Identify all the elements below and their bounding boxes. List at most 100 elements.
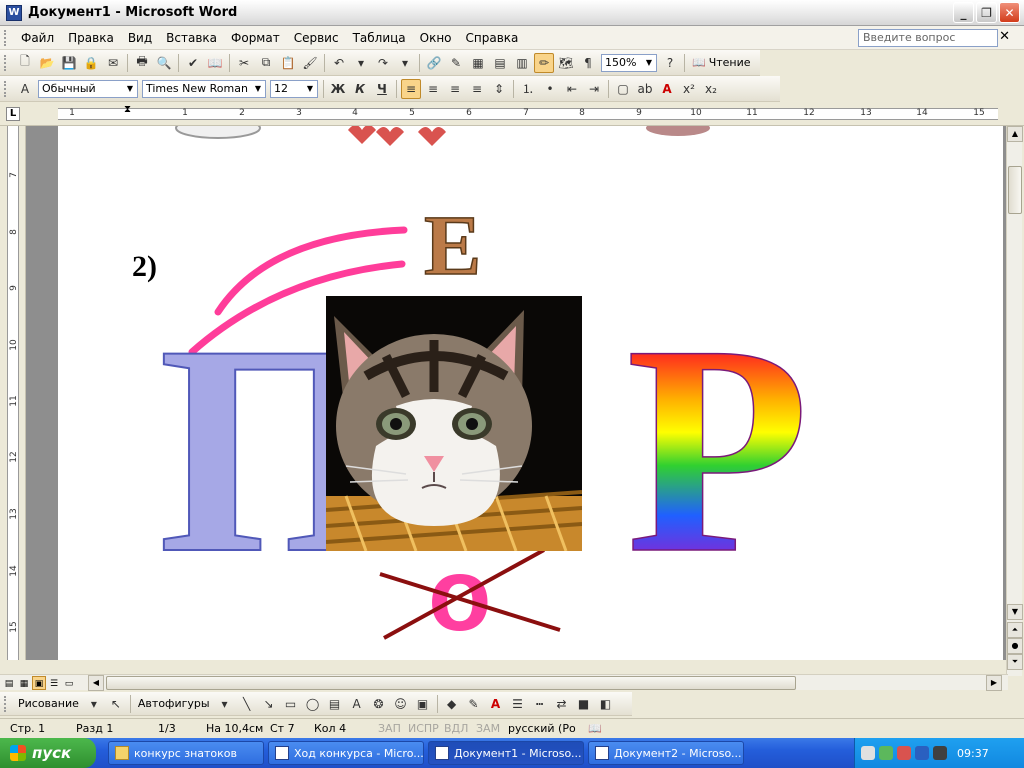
- scroll-right-icon[interactable]: ▶: [986, 675, 1002, 691]
- close-button[interactable]: ✕: [999, 2, 1020, 23]
- insert-excel-icon[interactable]: ▤: [490, 53, 510, 73]
- menu-help[interactable]: Справка: [459, 31, 526, 45]
- browse-object-icon[interactable]: ●: [1007, 638, 1023, 654]
- menu-table[interactable]: Таблица: [346, 31, 413, 45]
- toolbar-grip[interactable]: [4, 29, 8, 46]
- redo-dropdown-icon[interactable]: ▾: [395, 53, 415, 73]
- chevron-down-icon[interactable]: ▼: [643, 56, 655, 70]
- back-arrow-icon[interactable]: [861, 746, 875, 760]
- bold-button[interactable]: Ж: [328, 79, 348, 99]
- hyperlink-icon[interactable]: 🔗: [424, 53, 444, 73]
- network-icon[interactable]: [879, 746, 893, 760]
- superscript-button[interactable]: x²: [679, 79, 699, 99]
- scroll-left-icon[interactable]: ◀: [88, 675, 104, 691]
- italic-button[interactable]: К: [350, 79, 370, 99]
- scroll-down-icon[interactable]: ▼: [1007, 604, 1023, 620]
- diagram-icon[interactable]: ❂: [369, 694, 389, 714]
- status-ext[interactable]: ВДЛ: [444, 722, 468, 735]
- select-objects-icon[interactable]: ↖: [106, 694, 126, 714]
- subscript-button[interactable]: x₂: [701, 79, 721, 99]
- document-page[interactable]: Е П Р о 2): [58, 126, 1003, 660]
- minimize-button[interactable]: _: [953, 2, 974, 23]
- help-icon[interactable]: ?: [660, 53, 680, 73]
- status-trk[interactable]: ИСПР: [408, 722, 439, 735]
- line-tool-icon[interactable]: ╲: [237, 694, 257, 714]
- arrow-style-icon[interactable]: ⇄: [552, 694, 572, 714]
- line-color-icon[interactable]: ✎: [464, 694, 484, 714]
- arrow-tool-icon[interactable]: ↘: [259, 694, 279, 714]
- chevron-down-icon[interactable]: ▾: [215, 694, 235, 714]
- spelling-status-icon[interactable]: 📖: [588, 722, 602, 735]
- open-folder-icon[interactable]: 📂: [37, 53, 57, 73]
- borders-icon[interactable]: ▢: [613, 79, 633, 99]
- rectangle-tool-icon[interactable]: ▭: [281, 694, 301, 714]
- print-preview-icon[interactable]: 🔍: [154, 53, 174, 73]
- font-color-icon[interactable]: A: [657, 79, 677, 99]
- underline-button[interactable]: Ч: [372, 79, 392, 99]
- toolbar-grip[interactable]: [4, 80, 8, 97]
- styles-icon[interactable]: A: [15, 79, 35, 99]
- toolbar-grip[interactable]: [4, 54, 8, 71]
- highlight-icon[interactable]: ab: [635, 79, 655, 99]
- vertical-scrollbar[interactable]: ▲ ▼ ⏶ ● ⏷: [1006, 126, 1023, 676]
- font-color-icon[interactable]: A: [486, 694, 506, 714]
- chevron-down-icon[interactable]: ▾: [84, 694, 104, 714]
- increase-indent-icon[interactable]: ⇥: [584, 79, 604, 99]
- print-icon[interactable]: 🖶: [132, 53, 152, 73]
- security-shield-icon[interactable]: [897, 746, 911, 760]
- normal-view-icon[interactable]: ▤: [2, 676, 16, 690]
- status-rec[interactable]: ЗАП: [378, 722, 401, 735]
- 3d-icon[interactable]: ◧: [596, 694, 616, 714]
- reading-view-icon[interactable]: ▭: [62, 676, 76, 690]
- taskbar-item-active[interactable]: Документ1 - Microso...: [428, 741, 584, 765]
- read-button[interactable]: 📖 Чтение: [688, 56, 755, 69]
- horizontal-scroll-thumb[interactable]: [106, 676, 796, 690]
- columns-icon[interactable]: ▥: [512, 53, 532, 73]
- drawing-icon[interactable]: ✏: [534, 52, 554, 73]
- menu-file[interactable]: Файл: [14, 31, 61, 45]
- spelling-icon[interactable]: ✔: [183, 53, 203, 73]
- dash-style-icon[interactable]: ┅: [530, 694, 550, 714]
- zoom-select[interactable]: 150% ▼: [601, 53, 657, 72]
- bullets-icon[interactable]: •: [540, 79, 560, 99]
- kitten-image[interactable]: [326, 296, 582, 551]
- close-document-icon[interactable]: ✕: [999, 29, 1010, 44]
- line-spacing-icon[interactable]: ⇕: [489, 79, 509, 99]
- picture-icon[interactable]: ▣: [413, 694, 433, 714]
- style-select[interactable]: Обычный ▼: [38, 79, 138, 98]
- oval-tool-icon[interactable]: ◯: [303, 694, 323, 714]
- menu-view[interactable]: Вид: [121, 31, 159, 45]
- menu-insert[interactable]: Вставка: [159, 31, 224, 45]
- taskbar-item[interactable]: конкурс знатоков: [108, 741, 264, 765]
- align-left-icon[interactable]: ≡: [401, 78, 421, 99]
- restore-button[interactable]: ❐: [976, 2, 997, 23]
- font-select[interactable]: Times New Roman ▼: [142, 79, 266, 98]
- clipart-icon[interactable]: ☺: [391, 694, 411, 714]
- format-painter-icon[interactable]: 🖌: [300, 53, 320, 73]
- start-button[interactable]: пуск: [0, 738, 96, 768]
- redo-icon[interactable]: ↷: [373, 53, 393, 73]
- toolbar-grip[interactable]: [4, 695, 8, 712]
- font-size-select[interactable]: 12 ▼: [270, 79, 318, 98]
- shadow-icon[interactable]: ■: [574, 694, 594, 714]
- menu-tools[interactable]: Сервис: [287, 31, 346, 45]
- menu-window[interactable]: Окно: [413, 31, 459, 45]
- copy-icon[interactable]: ⧉: [256, 53, 276, 73]
- chevron-down-icon[interactable]: ▼: [304, 82, 316, 96]
- ruler-strip[interactable]: 1 1 2 3 4 5 6 7 8 9 10 11 12 13 14 15 ⧗: [58, 104, 998, 120]
- insert-table-icon[interactable]: ▦: [468, 53, 488, 73]
- chevron-down-icon[interactable]: ▼: [124, 82, 136, 96]
- clock[interactable]: 09:37: [957, 747, 989, 760]
- menu-format[interactable]: Формат: [224, 31, 287, 45]
- status-ovr[interactable]: ЗАМ: [476, 722, 500, 735]
- chevron-down-icon[interactable]: ▼: [252, 82, 264, 96]
- outline-view-icon[interactable]: ☰: [47, 676, 61, 690]
- permission-icon[interactable]: 🔒: [81, 53, 101, 73]
- print-layout-icon[interactable]: ▣: [32, 676, 46, 690]
- autoshapes-menu-button[interactable]: Автофигуры: [134, 697, 214, 710]
- undo-dropdown-icon[interactable]: ▾: [351, 53, 371, 73]
- vertical-ruler-strip[interactable]: 7 8 9 10 11 12 13 14 15: [7, 126, 19, 660]
- word-app-icon[interactable]: W: [6, 4, 22, 21]
- align-center-icon[interactable]: ≡: [423, 79, 443, 99]
- previous-page-icon[interactable]: ⏶: [1007, 622, 1023, 638]
